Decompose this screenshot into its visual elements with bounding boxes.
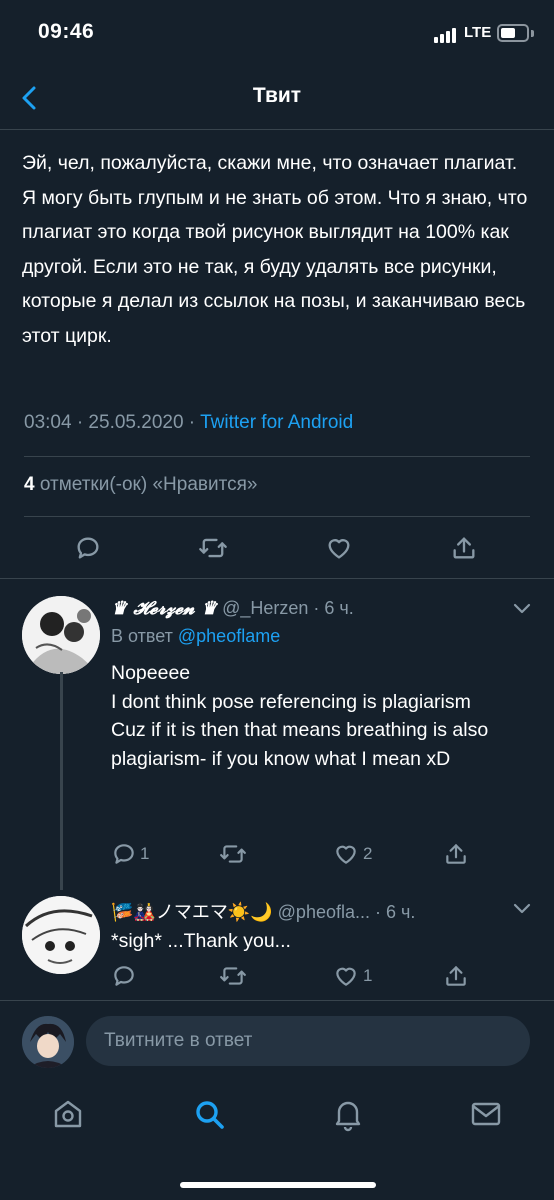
reply-icon [114, 844, 134, 864]
likes-summary[interactable]: 4 отметки(-ок) «Нравится» [24, 474, 257, 496]
home-indicator[interactable] [180, 1182, 376, 1188]
likes-count: 4 [24, 474, 35, 495]
page-title: Твит [252, 84, 302, 107]
tweet-text: Эй, чел, пожалуйста, скажи мне, что озна… [22, 152, 528, 347]
chevron-down-icon[interactable] [512, 602, 532, 616]
retweet-button[interactable] [219, 956, 250, 996]
signal-icon [434, 27, 460, 43]
heart-icon [336, 967, 356, 986]
handle-time: @_Herzen · 6 ч. [217, 598, 354, 618]
reply-button[interactable] [74, 528, 102, 568]
retweet-button[interactable] [219, 834, 250, 874]
reply-text: *sigh* ...Thank you... [111, 930, 291, 952]
like-button[interactable] [324, 528, 354, 568]
tweet-timestamp: 03:04 · 25.05.2020 · [24, 412, 201, 433]
retweet-button[interactable] [198, 528, 228, 568]
search-icon[interactable] [191, 1096, 227, 1132]
reply-actions: 1 [0, 956, 554, 996]
reply-header: 🎏🎎ノマエマ☀️🌙 @pheofla... · 6 ч. [111, 898, 415, 924]
reply-to-prefix: В ответ [111, 626, 178, 646]
tab-bar [0, 1084, 554, 1144]
retweet-icon [199, 538, 227, 558]
display-name[interactable]: ♛ 𝓗𝓮𝓻𝔃𝓮𝓷 ♛ [111, 598, 217, 619]
compose-divider [0, 1000, 554, 1001]
avatar[interactable] [22, 596, 100, 674]
reply-icon [114, 966, 134, 986]
network-label: LTE [464, 24, 492, 41]
reply-count: 1 [140, 844, 150, 863]
reply-compose-input[interactable]: Твитните в ответ [86, 1016, 530, 1066]
divider [24, 456, 530, 457]
reply-to-handle[interactable]: @pheoflame [178, 626, 280, 646]
divider [24, 516, 530, 517]
share-icon [446, 844, 466, 864]
likes-label: отметки(-ок) «Нравится» [34, 474, 258, 495]
share-button[interactable] [443, 956, 469, 996]
reply-text: Nopeeee I dont think pose referencing is… [111, 662, 489, 770]
reply-icon [77, 537, 99, 559]
tweet-meta: 03:04 · 25.05.2020 · Twitter for Android [24, 412, 353, 434]
reply-header: ♛ 𝓗𝓮𝓻𝔃𝓮𝓷 ♛ @_Herzen · 6 ч. [111, 598, 354, 619]
tweet-actions [0, 528, 554, 568]
reply-to: В ответ @pheoflame [111, 626, 280, 647]
nav-bar: Твит [0, 66, 554, 130]
user-avatar[interactable] [22, 1016, 74, 1068]
like-button[interactable]: 2 [332, 834, 372, 874]
battery-icon [497, 24, 529, 42]
user-avatar-image [22, 1016, 74, 1068]
chevron-down-icon[interactable] [512, 902, 532, 916]
battery-tip [531, 30, 534, 37]
reply-button[interactable] [111, 956, 140, 996]
home-icon[interactable] [50, 1096, 86, 1132]
avatar-image [22, 596, 100, 674]
retweet-icon [220, 845, 246, 863]
reply-actions: 1 2 [0, 834, 554, 874]
section-divider [0, 578, 554, 579]
heart-icon [328, 539, 350, 559]
status-bar: 09:46 LTE [0, 0, 554, 66]
display-name[interactable]: 🎏🎎ノマエマ☀️🌙 [111, 902, 273, 923]
share-icon [453, 537, 475, 559]
like-count: 1 [363, 966, 373, 985]
share-button[interactable] [443, 834, 469, 874]
heart-icon [336, 845, 356, 864]
like-count: 2 [363, 844, 373, 863]
reply-button[interactable]: 1 [111, 834, 149, 874]
share-button[interactable] [450, 528, 478, 568]
tweet-source-link[interactable]: Twitter for Android [200, 412, 353, 433]
share-icon [446, 966, 466, 986]
handle-time: @pheofla... · 6 ч. [272, 902, 416, 922]
like-button[interactable]: 1 [332, 956, 372, 996]
status-time: 09:46 [38, 20, 95, 43]
messages-icon[interactable] [468, 1096, 504, 1132]
notifications-icon[interactable] [330, 1096, 366, 1132]
retweet-icon [220, 967, 246, 985]
